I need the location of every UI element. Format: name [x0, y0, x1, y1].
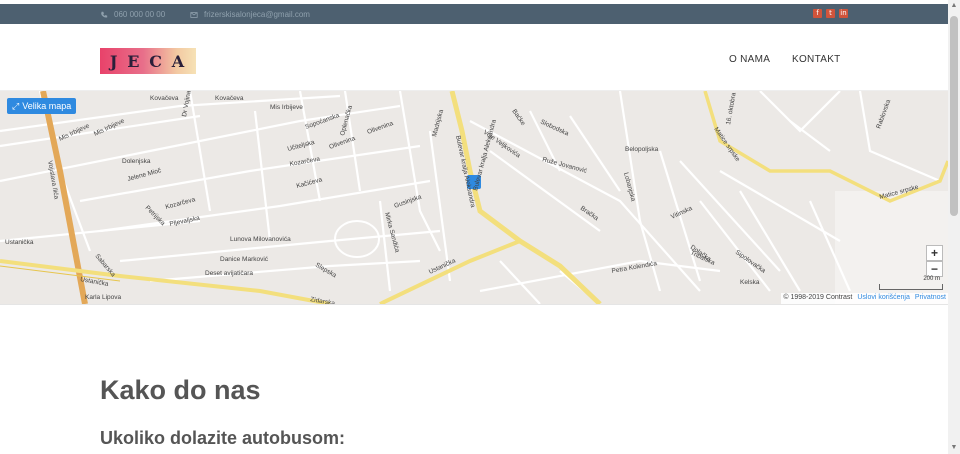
phone-icon — [101, 11, 108, 18]
logo[interactable]: J E C A — [100, 48, 196, 74]
scroll-down-icon[interactable]: ▼ — [948, 442, 960, 454]
map-scale-label: 200 m — [923, 276, 940, 282]
envelope-icon — [190, 11, 198, 18]
privacy-link[interactable]: Privatnost — [915, 294, 946, 303]
street-label: Deset avijatičara — [205, 270, 253, 277]
zoom-out-button[interactable]: − — [926, 261, 943, 277]
phone-number: 060 000 00 00 — [114, 10, 166, 19]
street-label: Ustanička — [5, 239, 34, 246]
section-divider — [0, 304, 948, 305]
expand-icon: ⤢ — [12, 101, 20, 111]
page-heading: Kako do nas — [100, 375, 261, 405]
street-label: Kovačeva — [150, 95, 179, 102]
email-address[interactable]: frizerskisalonjeca@gmail.com — [204, 10, 310, 19]
map-scale: 200 m — [879, 276, 943, 290]
street-label: Kelska — [740, 279, 760, 286]
twitter-icon[interactable]: t — [826, 9, 835, 18]
map-canvas[interactable]: Kovačeva KovačevaMis Irbijeve Dr VojinaMi… — [0, 91, 948, 304]
copyright-text: © 1998-2019 Contrast — [783, 294, 853, 301]
linkedin-icon[interactable]: in — [839, 9, 848, 18]
map[interactable]: Kovačeva Kovačeva Mis Irbijeve Dr Vojina Mi… — [0, 91, 948, 304]
street-label: Belopoljska — [625, 146, 659, 153]
big-map-label: Velika mapa — [22, 101, 72, 111]
scrollbar-thumb[interactable] — [950, 16, 958, 216]
section-subheading: Ukoliko dolazite autobusom: — [100, 428, 346, 448]
phone-contact: 060 000 00 00 — [100, 10, 165, 19]
scroll-up-icon[interactable]: ▲ — [948, 0, 960, 12]
street-label: Mis Irbijeve — [270, 104, 303, 111]
map-attribution: © 1998-2019 Contrast Uslovi korišćenja P… — [781, 293, 948, 304]
page: 060 000 00 00 frizerskisalonjeca@gmail.c… — [0, 0, 960, 454]
logo-letter: J — [109, 51, 120, 71]
facebook-icon[interactable]: f — [813, 9, 822, 18]
nav-item-kontakt[interactable]: KONTAKT — [792, 54, 841, 65]
header: J E C A O NAMA KONTAKT — [0, 24, 948, 91]
street-label: Lunova Milovanovića — [230, 236, 291, 243]
street-label: Karla Lipova — [85, 294, 122, 301]
terms-link[interactable]: Uslovi korišćenja — [857, 294, 910, 303]
social-links: f t in — [813, 9, 848, 18]
big-map-button[interactable]: ⤢ Velika mapa — [7, 98, 77, 114]
street-label: Danice Marković — [220, 256, 269, 263]
street-label: Dolenjska — [122, 158, 151, 165]
email-contact: frizerskisalonjeca@gmail.com — [190, 10, 310, 19]
logo-letter: C — [149, 51, 164, 71]
vertical-scrollbar[interactable]: ▲ ▼ — [948, 0, 960, 454]
street-label: Kovačeva — [215, 95, 244, 102]
zoom-in-button[interactable]: + — [926, 245, 943, 261]
logo-letter: A — [171, 51, 187, 71]
nav-item-o-nama[interactable]: O NAMA — [729, 54, 770, 65]
logo-letter: E — [127, 51, 142, 71]
top-bar: 060 000 00 00 frizerskisalonjeca@gmail.c… — [0, 4, 948, 24]
